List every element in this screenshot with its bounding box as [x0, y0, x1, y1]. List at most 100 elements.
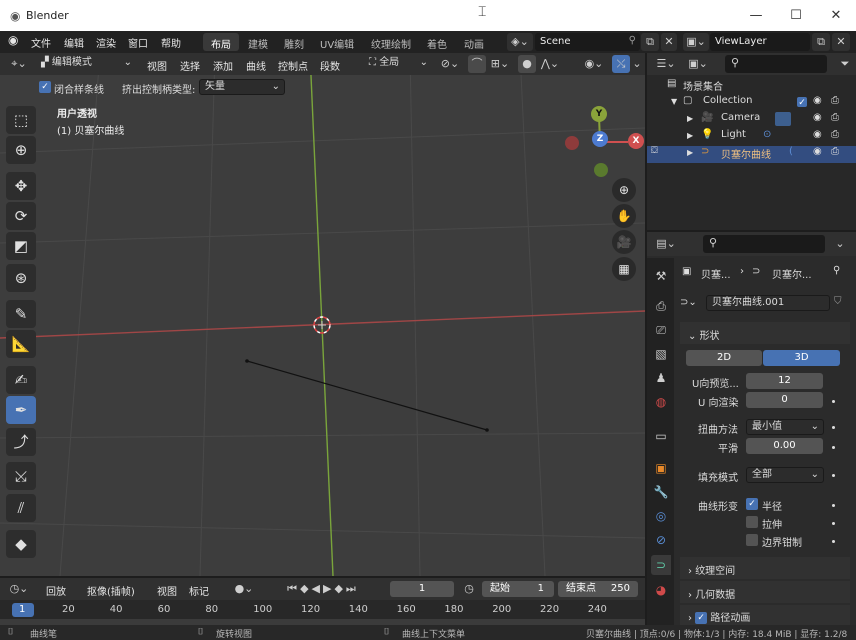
- collection-expand-icon[interactable]: ▼: [671, 97, 677, 106]
- vp-menu-select[interactable]: 选择: [180, 58, 200, 73]
- extrude-handle-dropdown[interactable]: 矢量 ⌄: [199, 79, 285, 95]
- output-tab-icon[interactable]: ⎚: [651, 320, 671, 340]
- tool-tab-icon[interactable]: ⚒: [651, 266, 671, 286]
- remove-scene-icon[interactable]: ✕: [661, 33, 677, 51]
- start-frame-field[interactable]: 起始 1: [482, 581, 554, 597]
- playback-controls-icon[interactable]: ⏮◆◀▶◆⏭: [270, 580, 376, 598]
- outliner-editor-icon[interactable]: ☰⌄: [653, 55, 679, 73]
- scene-collection-row[interactable]: ▤ 场景集合: [647, 78, 856, 95]
- draw-tool-icon[interactable]: ✍: [6, 366, 36, 394]
- outliner-item-light[interactable]: ▶ 💡 Light ⊙ ◉ ⎙: [647, 129, 856, 146]
- datablock-name-field[interactable]: 贝塞尔曲线.001: [706, 295, 830, 311]
- tab-sculpt[interactable]: 雕刻: [276, 33, 312, 51]
- pin-icon[interactable]: ⚲: [833, 265, 840, 276]
- auto-key-icon[interactable]: ●⌄: [229, 580, 259, 598]
- u-preview-field[interactable]: 12: [746, 373, 823, 389]
- tab-modeling[interactable]: 建模: [240, 33, 276, 51]
- display-mode-icon[interactable]: ▣⌄: [685, 55, 711, 73]
- viewlayer-name-field[interactable]: ViewLayer: [710, 33, 810, 51]
- tilt-tool-icon[interactable]: ⫽: [6, 494, 36, 522]
- shape-panel-header[interactable]: ⌄ 形状: [680, 322, 850, 344]
- gizmo-z-axis[interactable]: Z: [592, 131, 608, 147]
- extrude-tool-icon[interactable]: ⤴: [6, 428, 36, 456]
- filter-icon[interactable]: ⏷: [837, 55, 853, 73]
- camera-eye-icon[interactable]: ◉: [813, 112, 822, 123]
- dimension-3d-button[interactable]: 3D: [763, 350, 840, 366]
- visibility-icon[interactable]: ◉⌄: [582, 55, 606, 73]
- texture-space-panel-header[interactable]: › 纹理空间: [680, 557, 850, 579]
- vp-menu-segments[interactable]: 段数: [320, 58, 340, 73]
- edit-mode-indicator-icon[interactable]: ⛋: [651, 146, 658, 156]
- randomize-tool-icon[interactable]: ◆: [6, 530, 36, 558]
- stretch-checkbox[interactable]: [746, 516, 758, 528]
- animate-property-icon[interactable]: [832, 446, 835, 449]
- outliner-item-bezier[interactable]: ⛋ ▶ ⊃ 贝塞尔曲线 ( ◉ ⎙: [647, 146, 856, 163]
- falloff-icon[interactable]: ⋀⌄: [538, 55, 562, 73]
- vp-menu-view[interactable]: 视图: [147, 58, 167, 73]
- select-box-tool-icon[interactable]: ⬚: [6, 106, 36, 134]
- scene-name-field[interactable]: Scene ⚲: [535, 33, 640, 51]
- tl-menu-playback[interactable]: 回放: [46, 583, 66, 598]
- animate-property-icon[interactable]: [832, 426, 835, 429]
- close-button[interactable]: ✕: [826, 6, 846, 26]
- properties-options-icon[interactable]: ⌄: [831, 235, 849, 253]
- path-animation-checkbox[interactable]: ✓: [695, 612, 708, 624]
- outliner-search-input[interactable]: ⚲: [725, 55, 827, 73]
- pivot-icon[interactable]: ⊘⌄: [438, 55, 462, 73]
- transform-tool-icon[interactable]: ⊛: [6, 264, 36, 292]
- curve-data-tab-icon[interactable]: ⊃: [651, 555, 671, 575]
- constraint-tab-icon[interactable]: ⊘: [651, 530, 671, 550]
- gizmo-dropdown-icon[interactable]: ⌄: [631, 55, 643, 73]
- properties-search-input[interactable]: ⚲: [703, 235, 825, 253]
- tl-menu-keying[interactable]: 抠像(插帧): [87, 583, 135, 598]
- tab-shading[interactable]: 着色: [419, 33, 455, 51]
- mode-dropdown[interactable]: ▞ 编辑模式 ⌄: [36, 56, 136, 72]
- animate-property-icon[interactable]: [832, 540, 835, 543]
- expand-icon[interactable]: ▶: [687, 148, 693, 157]
- curve-data-icon[interactable]: (: [789, 146, 793, 157]
- twist-method-dropdown[interactable]: 最小值 ⌄: [746, 419, 824, 435]
- end-frame-field[interactable]: 结束点 250: [558, 581, 638, 597]
- remove-viewlayer-icon[interactable]: ✕: [832, 33, 850, 51]
- menu-window[interactable]: 窗口: [128, 35, 148, 50]
- bezier-render-icon[interactable]: ⎙: [831, 146, 839, 157]
- collection-eye-icon[interactable]: ◉: [813, 95, 822, 106]
- pen-tool-icon[interactable]: ✒: [6, 396, 36, 424]
- tab-layout[interactable]: 布局: [203, 33, 239, 51]
- render-tab-icon[interactable]: ⎙: [651, 296, 671, 316]
- viewport-3d[interactable]: X Y Z 用户透视 (1) 贝塞尔曲线 ⊕ ✋ 🎥 ▦: [0, 53, 645, 576]
- dimension-2d-button[interactable]: 2D: [686, 350, 762, 366]
- tab-texture-paint[interactable]: 纹理绘制: [363, 33, 419, 51]
- new-viewlayer-icon[interactable]: ⧉: [812, 33, 830, 51]
- bounds-clamp-checkbox[interactable]: [746, 534, 758, 546]
- animate-property-icon[interactable]: [832, 504, 835, 507]
- scene-browse-icon[interactable]: ◈⌄: [507, 33, 533, 51]
- menu-file[interactable]: 文件: [31, 35, 51, 50]
- pin-icon[interactable]: ⚲: [629, 35, 636, 46]
- view-layer-tab-icon[interactable]: ▧: [651, 344, 671, 364]
- closed-curve-checkbox[interactable]: ✓: [39, 81, 51, 93]
- scene-tab-icon[interactable]: ♟: [651, 368, 671, 388]
- tl-menu-view[interactable]: 视图: [157, 583, 177, 598]
- u-render-field[interactable]: 0: [746, 392, 823, 408]
- gizmo-y-axis[interactable]: Y: [591, 106, 607, 122]
- collection-camera-icon[interactable]: ⎙: [831, 95, 839, 106]
- camera-data-icon[interactable]: [775, 112, 791, 126]
- collection-row[interactable]: ▼ ▢ Collection ✓ ◉ ⎙: [647, 95, 856, 112]
- modifier-tab-icon[interactable]: 🔧: [651, 482, 671, 502]
- object-tab-icon[interactable]: ▣: [651, 458, 671, 478]
- menu-render[interactable]: 渲染: [96, 35, 116, 50]
- animate-property-icon[interactable]: [832, 400, 835, 403]
- vp-menu-add[interactable]: 添加: [213, 58, 233, 73]
- orientation-dropdown[interactable]: ⛶ 全局 ⌄: [364, 56, 432, 72]
- world-tab-icon[interactable]: ◍: [651, 392, 671, 412]
- smooth-field[interactable]: 0.00: [746, 438, 823, 454]
- tab-uv-editing[interactable]: UV编辑: [312, 33, 362, 51]
- measure-tool-icon[interactable]: 📐: [6, 330, 36, 358]
- path-animation-panel-header[interactable]: › ✓ 路径动画: [680, 605, 850, 625]
- fill-mode-dropdown[interactable]: 全部 ⌄: [746, 467, 824, 483]
- expand-icon[interactable]: ▶: [687, 131, 693, 140]
- timeline-ruler[interactable]: 1 20 40 60 80 100 120 140 160 180 200 220 240: [0, 600, 645, 625]
- editor-type-icon[interactable]: ⌖⌄: [6, 55, 32, 73]
- menu-help[interactable]: 帮助: [161, 35, 181, 50]
